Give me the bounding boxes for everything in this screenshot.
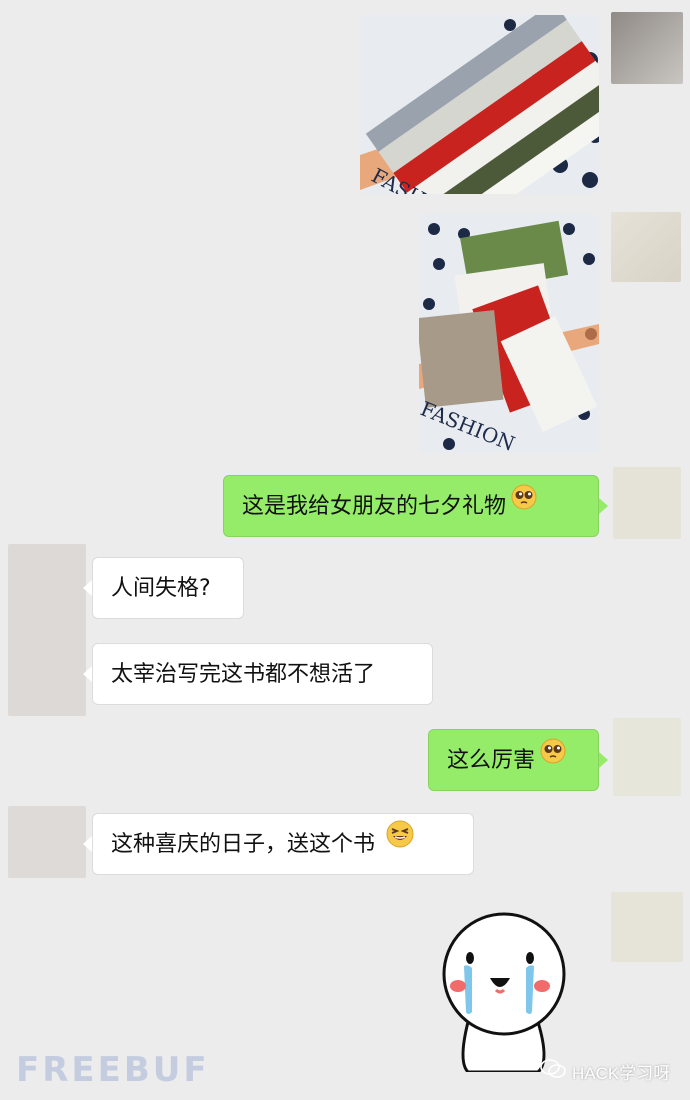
grinning-squinting-face-emoji [385, 812, 415, 874]
photo-message-books-1[interactable]: FASHION [360, 15, 599, 194]
message-text: 太宰治写完这书都不想活了 [111, 662, 376, 687]
self-avatar[interactable] [613, 718, 681, 796]
wechat-icon [540, 1058, 566, 1084]
message-bubble-received[interactable]: 太宰治写完这书都不想活了 [92, 643, 433, 705]
freebuf-watermark: FREEBUF [16, 1050, 210, 1090]
message-bubble-sent[interactable]: 这么厉害 [428, 729, 599, 791]
message-text: 这是我给女朋友的七夕礼物 [242, 494, 507, 519]
self-avatar[interactable] [611, 12, 683, 84]
self-avatar[interactable] [611, 892, 683, 962]
crying-sticker[interactable] [438, 912, 570, 1074]
account-name: HACK学习呀 [572, 1063, 671, 1083]
friend-avatar[interactable] [8, 806, 86, 878]
pleading-face-emoji [510, 474, 538, 536]
self-avatar[interactable] [613, 467, 681, 539]
bubble-tail [83, 836, 92, 852]
bubble-tail [83, 580, 92, 596]
friend-avatar[interactable] [8, 544, 86, 716]
message-text: 这种喜庆的日子，送这个书 [111, 832, 376, 857]
photo-message-books-2[interactable]: FASHION [419, 214, 599, 453]
message-bubble-sent[interactable]: 这是我给女朋友的七夕礼物 [223, 475, 599, 537]
bubble-tail [599, 498, 608, 514]
wechat-account-watermark: HACK学习呀 [540, 1058, 670, 1084]
message-text: 这么厉害 [447, 748, 536, 773]
bubble-tail [599, 752, 608, 768]
message-bubble-received[interactable]: 人间失格? [92, 557, 244, 619]
pleading-face-emoji [539, 728, 567, 790]
message-text: 人间失格? [111, 576, 211, 601]
self-avatar[interactable] [611, 212, 681, 282]
bubble-tail [83, 666, 92, 682]
message-bubble-received[interactable]: 这种喜庆的日子，送这个书 [92, 813, 474, 875]
